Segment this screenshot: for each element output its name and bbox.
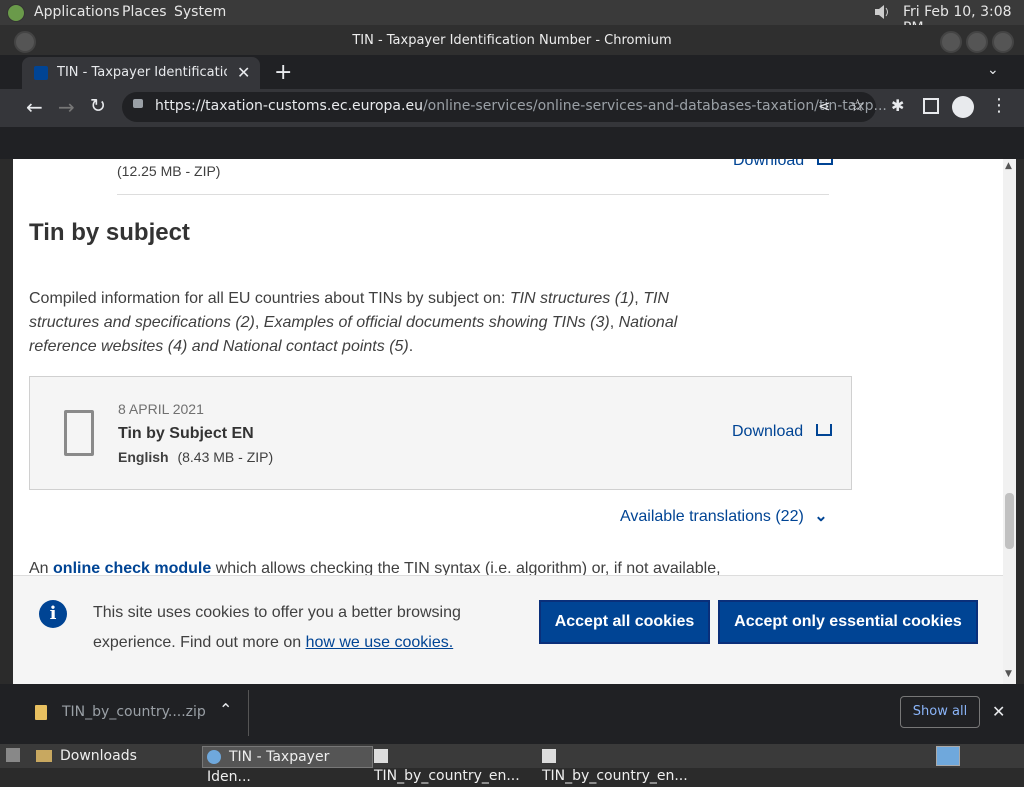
document-icon	[64, 410, 94, 456]
minimize-icon[interactable]	[940, 31, 962, 53]
file-card: 8 APRIL 2021 Tin by Subject EN English (…	[29, 376, 852, 490]
translations-label: Available translations (22)	[620, 508, 804, 525]
system-menu[interactable]: System	[174, 4, 226, 20]
reload-icon[interactable]: ↻	[90, 95, 106, 117]
intro-text: ,	[254, 314, 264, 331]
how-we-use-cookies-link[interactable]: how we use cookies.	[306, 634, 454, 651]
download-shelf: TIN_by_country....zip ⌃ Show all ✕	[0, 684, 1024, 744]
show-all-button[interactable]: Show all	[900, 696, 980, 728]
window-menu-icon[interactable]	[14, 31, 36, 53]
workspace-switcher-icon[interactable]	[936, 746, 960, 766]
file-download-label: Download	[732, 423, 804, 440]
profile-icon[interactable]	[952, 96, 974, 118]
available-translations-toggle[interactable]: Available translations (22) ⌄	[620, 506, 828, 526]
cookie-text-line2: experience. Find out more on	[93, 634, 306, 651]
intro-italic: Examples of official documents showing T…	[263, 314, 610, 331]
volume-icon[interactable]	[872, 3, 892, 21]
side-panel-icon[interactable]	[923, 98, 939, 114]
prev-download-link[interactable]: Download	[733, 159, 833, 170]
intro-text: Compiled information for all EU countrie…	[29, 290, 510, 307]
share-icon[interactable]: ⋖	[818, 97, 831, 115]
taskbar-item-downloads[interactable]: Downloads	[36, 746, 196, 766]
system-panel: Applications Places System Fri Feb 10, 3…	[0, 0, 1024, 36]
places-menu[interactable]: Places	[122, 4, 167, 20]
cookie-banner: i This site uses cookies to offer you a …	[13, 575, 1003, 685]
menu-kebab-icon[interactable]: ⋮	[990, 95, 1008, 116]
section-intro: Compiled information for all EU countrie…	[29, 287, 699, 359]
tab-active[interactable]: TIN - Taxpayer Identification N ✕	[22, 57, 260, 89]
cookie-text-line1: This site uses cookies to offer you a be…	[93, 604, 461, 621]
intro-text: ,	[609, 314, 619, 331]
file-language: English	[118, 449, 169, 465]
url-text: https://taxation-customs.ec.europa.eu/on…	[155, 98, 887, 114]
text-editor-icon	[542, 749, 556, 763]
eu-favicon-icon	[34, 66, 48, 80]
taskbar-item-label: Downloads	[60, 748, 137, 764]
taskbar-item-label: TIN_by_country_en...	[542, 768, 688, 784]
file-title: Tin by Subject EN	[118, 425, 254, 442]
gnome-logo-icon[interactable]	[7, 4, 25, 22]
back-icon[interactable]: ←	[26, 95, 43, 119]
forward-icon[interactable]: →	[58, 95, 75, 119]
page-scrollbar[interactable]: ▲ ▼	[1003, 159, 1016, 684]
intro-text: ,	[634, 290, 644, 307]
lock-icon	[133, 99, 143, 108]
new-tab-icon[interactable]: +	[274, 60, 292, 85]
intro-italic: TIN structures (1)	[509, 290, 635, 307]
maximize-icon[interactable]	[966, 31, 988, 53]
cookie-text: This site uses cookies to offer you a be…	[93, 598, 523, 658]
chromium-icon	[207, 750, 221, 764]
tab-title: TIN - Taxpayer Identification N	[57, 65, 227, 80]
scroll-down-icon[interactable]: ▼	[1005, 669, 1012, 679]
applications-menu[interactable]: Applications	[34, 4, 120, 20]
taskbar-item-label: TIN_by_country_en...	[374, 768, 520, 784]
taskbar-item-label: TIN - Taxpayer Iden...	[207, 749, 330, 785]
download-icon	[816, 159, 833, 165]
address-bar[interactable]: https://taxation-customs.ec.europa.eu/on…	[122, 92, 887, 122]
taskbar-item-editor-2[interactable]: TIN_by_country_en...	[542, 746, 707, 784]
window-right-frame	[1016, 159, 1024, 684]
close-shelf-icon[interactable]: ✕	[992, 702, 1005, 721]
prev-download-label: Download	[733, 159, 805, 169]
download-item-name[interactable]: TIN_by_country....zip	[62, 704, 206, 720]
prev-file-size: (12.25 MB - ZIP)	[117, 163, 221, 179]
window-left-frame	[0, 159, 13, 684]
download-divider	[248, 690, 249, 736]
taskbar-item-chromium[interactable]: TIN - Taxpayer Iden...	[202, 746, 373, 785]
folder-icon	[36, 750, 52, 762]
info-icon: i	[39, 600, 67, 628]
zip-file-icon	[35, 705, 47, 720]
file-download-link[interactable]: Download	[732, 423, 832, 441]
close-window-icon[interactable]	[992, 31, 1014, 53]
accept-essential-cookies-button[interactable]: Accept only essential cookies	[718, 600, 978, 644]
tab-search-icon[interactable]: ⌄	[987, 62, 999, 78]
bookmark-star-icon[interactable]: ☆	[850, 96, 865, 116]
file-size: (8.43 MB - ZIP)	[177, 449, 274, 465]
accept-all-cookies-button[interactable]: Accept all cookies	[539, 600, 710, 644]
extensions-icon[interactable]: ✱	[891, 96, 904, 115]
chevron-up-icon[interactable]: ⌃	[219, 700, 232, 719]
taskbar-item-editor-1[interactable]: TIN_by_country_en...	[374, 746, 534, 784]
chevron-down-icon: ⌄	[814, 508, 828, 525]
download-icon	[815, 424, 832, 436]
text-editor-icon	[374, 749, 388, 763]
url-host: https://taxation-customs.ec.europa.eu	[155, 98, 423, 114]
window-titlebar: TIN - Taxpayer Identification Number - C…	[0, 25, 1024, 55]
section-title: Tin by subject	[29, 219, 190, 246]
toolbar-bottom-strip	[0, 127, 1024, 159]
show-desktop-icon[interactable]	[6, 748, 20, 762]
divider	[117, 194, 829, 195]
close-tab-icon[interactable]: ✕	[237, 63, 250, 82]
window-title: TIN - Taxpayer Identification Number - C…	[352, 33, 672, 48]
scrollbar-thumb[interactable]	[1005, 493, 1014, 549]
file-meta: English (8.43 MB - ZIP)	[118, 449, 273, 465]
scroll-up-icon[interactable]: ▲	[1005, 161, 1012, 171]
taskbar: Downloads TIN - Taxpayer Iden... TIN_by_…	[0, 744, 1024, 785]
intro-text: .	[408, 338, 414, 355]
file-date: 8 APRIL 2021	[118, 401, 204, 417]
